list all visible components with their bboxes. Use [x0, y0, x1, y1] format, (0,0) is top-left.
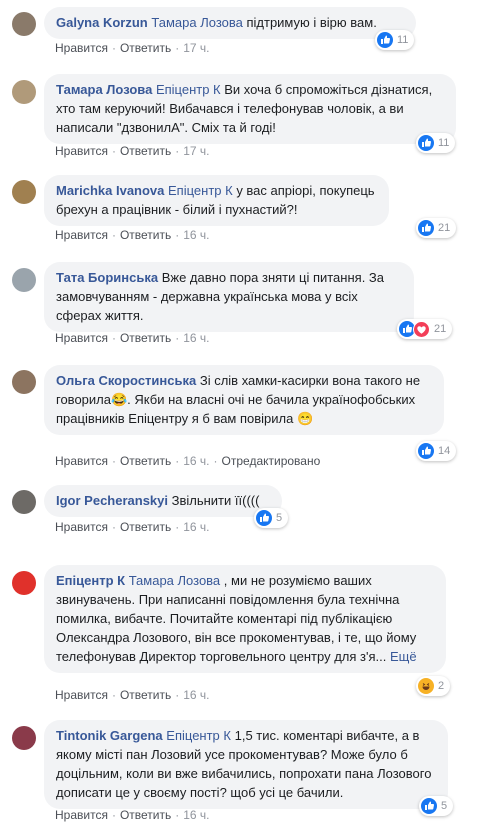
avatar[interactable] — [12, 490, 36, 514]
reply-link[interactable]: Ответить — [120, 41, 171, 55]
comment-time[interactable]: 16 ч. — [183, 228, 209, 242]
comment-time[interactable]: 16 ч. — [183, 808, 209, 822]
like-reaction-icon — [377, 32, 393, 48]
comment-author[interactable]: Ольга Скоростинська — [56, 373, 196, 388]
reaction-count: 2 — [438, 680, 445, 692]
comment-time[interactable]: 16 ч. — [183, 331, 209, 345]
comment-author[interactable]: Galyna Korzun — [56, 15, 148, 30]
reaction-count: 5 — [441, 800, 448, 812]
see-more-link[interactable]: Ещё — [390, 649, 417, 664]
reply-link[interactable]: Ответить — [120, 331, 171, 345]
comment-actions: Нравится · Ответить · 16 ч. — [55, 520, 210, 534]
comment-bubble: Galyna Korzun Тамара Лозова підтримую і … — [44, 7, 416, 39]
comment-time[interactable]: 16 ч. — [183, 454, 209, 468]
avatar[interactable] — [12, 726, 36, 750]
reaction-summary[interactable]: 2 — [416, 676, 451, 696]
avatar[interactable] — [12, 12, 36, 36]
like-link[interactable]: Нравится — [55, 520, 108, 534]
comment-text: підтримую і вірю вам. — [242, 15, 377, 30]
reaction-summary[interactable]: 5 — [419, 796, 454, 816]
comment-author[interactable]: Епіцентр К — [56, 573, 125, 588]
like-link[interactable]: Нравится — [55, 808, 108, 822]
comment-actions: Нравится · Ответить · 16 ч. — [55, 688, 210, 702]
comment-time[interactable]: 16 ч. — [183, 688, 209, 702]
reply-link[interactable]: Ответить — [120, 454, 171, 468]
reply-link[interactable]: Ответить — [120, 688, 171, 702]
comment-mention[interactable]: Тамара Лозова — [151, 15, 242, 30]
comment-author[interactable]: Marichka Ivanova — [56, 183, 164, 198]
comment-actions: Нравится · Ответить · 16 ч. — [55, 808, 210, 822]
love-reaction-icon — [413, 320, 430, 338]
like-reaction-icon — [418, 135, 434, 151]
reply-link[interactable]: Ответить — [120, 144, 171, 158]
comment-actions: Нравится · Ответить · 16 ч. · Отредактировано — [55, 454, 321, 468]
avatar[interactable] — [12, 268, 36, 292]
comment-mention[interactable]: Епіцентр К — [168, 183, 233, 198]
like-reaction-icon — [256, 510, 272, 526]
comment-bubble: Igor Pecheranskyi Звільнити її(((( — [44, 485, 282, 517]
reaction-summary[interactable]: 21 — [397, 319, 453, 339]
comment-time[interactable]: 17 ч. — [183, 41, 209, 55]
comment-bubble: Епіцентр К Тамара Лозова , ми не розуміє… — [44, 565, 446, 673]
comment-author[interactable]: Igor Pecheranskyi — [56, 493, 168, 508]
comment-time[interactable]: 16 ч. — [183, 520, 209, 534]
reaction-count: 11 — [397, 34, 409, 46]
reaction-count: 21 — [434, 323, 447, 335]
comment-actions: Нравится · Ответить · 16 ч. — [55, 228, 210, 242]
avatar[interactable] — [12, 180, 36, 204]
edited-link[interactable]: Отредактировано — [222, 454, 321, 468]
like-reaction-icon — [421, 798, 437, 814]
reaction-summary[interactable]: 11 — [375, 30, 415, 50]
comment-author[interactable]: Tintonik Gargena — [56, 728, 163, 743]
comment-mention[interactable]: Епіцентр К — [156, 82, 221, 97]
avatar[interactable] — [12, 370, 36, 394]
comment-author[interactable]: Тата Боринська — [56, 270, 158, 285]
reply-link[interactable]: Ответить — [120, 228, 171, 242]
comment-author[interactable]: Тамара Лозова — [56, 82, 152, 97]
comment-bubble: Tintonik Gargena Епіцентр К 1,5 тис. ком… — [44, 720, 448, 809]
haha-reaction-icon — [418, 678, 434, 694]
reaction-summary[interactable]: 14 — [416, 441, 457, 461]
comment-actions: Нравится · Ответить · 17 ч. — [55, 41, 210, 55]
reply-link[interactable]: Ответить — [120, 808, 171, 822]
like-link[interactable]: Нравится — [55, 688, 108, 702]
avatar[interactable] — [12, 80, 36, 104]
like-link[interactable]: Нравится — [55, 41, 108, 55]
comment-bubble: Тамара Лозова Епіцентр К Ви хоча б спром… — [44, 74, 456, 144]
like-reaction-icon — [418, 220, 434, 236]
comment-actions: Нравится · Ответить · 17 ч. — [55, 144, 210, 158]
comment-bubble: Тата Боринська Вже давно пора зняти ці п… — [44, 262, 414, 332]
reaction-count: 11 — [438, 137, 450, 149]
comment-mention[interactable]: Тамара Лозова — [129, 573, 220, 588]
like-link[interactable]: Нравится — [55, 454, 108, 468]
reaction-summary[interactable]: 21 — [416, 218, 457, 238]
reaction-count: 14 — [438, 445, 451, 457]
like-reaction-icon — [418, 443, 434, 459]
reaction-summary[interactable]: 5 — [254, 508, 289, 528]
reaction-count: 21 — [438, 222, 451, 234]
comment-bubble: Ольга Скоростинська Зі слів хамки-касирк… — [44, 365, 444, 435]
comment-text: Звільнити її(((( — [168, 493, 260, 508]
reaction-summary[interactable]: 11 — [416, 133, 456, 153]
comment-mention[interactable]: Епіцентр К — [166, 728, 231, 743]
comment-time[interactable]: 17 ч. — [183, 144, 209, 158]
comment-bubble: Marichka Ivanova Епіцентр К у вас апріор… — [44, 175, 389, 226]
avatar[interactable] — [12, 571, 36, 595]
reply-link[interactable]: Ответить — [120, 520, 171, 534]
reaction-count: 5 — [276, 512, 283, 524]
like-link[interactable]: Нравится — [55, 331, 108, 345]
like-link[interactable]: Нравится — [55, 144, 108, 158]
like-link[interactable]: Нравится — [55, 228, 108, 242]
comment-actions: Нравится · Ответить · 16 ч. — [55, 331, 210, 345]
